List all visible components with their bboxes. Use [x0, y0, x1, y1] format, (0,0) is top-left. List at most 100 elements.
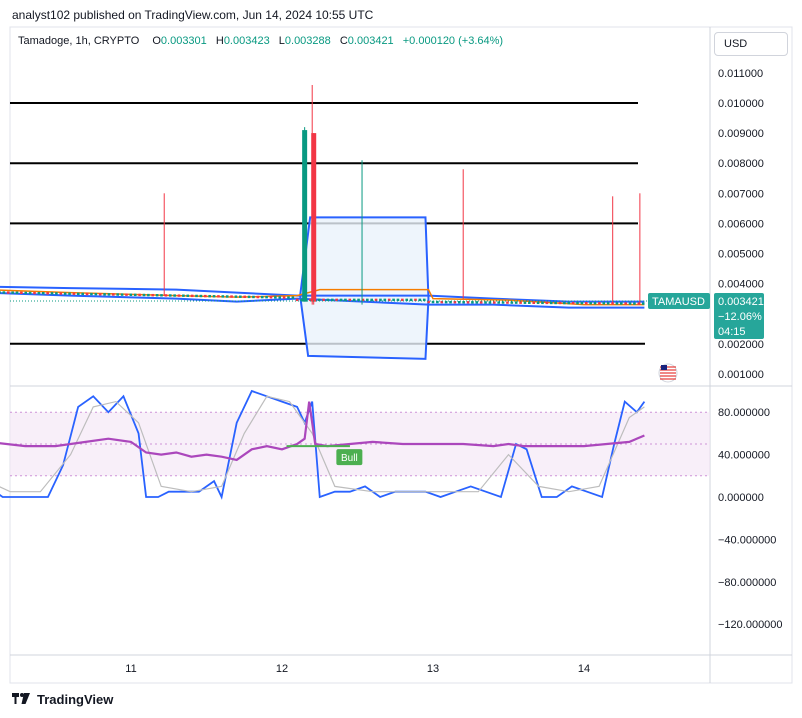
candle [488, 301, 492, 304]
candle [493, 301, 496, 304]
candle [138, 293, 141, 297]
candle [291, 296, 295, 299]
candle [147, 293, 150, 297]
price-tick-label: 0.004000 [718, 279, 764, 291]
oscillator-tick-label: 40.000000 [718, 450, 770, 462]
candle [63, 292, 67, 295]
us-flag-canton [661, 365, 667, 370]
candle [571, 301, 575, 305]
footer-brand-label: TradingView [37, 692, 114, 707]
candle [68, 292, 71, 295]
candle [230, 295, 233, 298]
candle [6, 291, 10, 294]
time-tick-label: 11 [125, 663, 136, 675]
price-tick-label: 0.010000 [718, 98, 764, 110]
candle [225, 295, 229, 298]
candle [77, 292, 80, 296]
chart-canvas[interactable]: 0.011000 0.010000 0.009000 0.008000 0.007000… [0, 0, 802, 718]
candle [598, 302, 601, 305]
price-tick-label: 0.009000 [718, 128, 764, 140]
candle [584, 302, 588, 305]
candle [208, 294, 211, 298]
candle [243, 295, 247, 299]
candle [155, 294, 159, 297]
candle [269, 296, 273, 299]
candle [528, 301, 531, 304]
candle [151, 293, 155, 297]
price-tick-label: 0.005000 [718, 249, 764, 261]
candle [217, 295, 220, 298]
candle [593, 302, 597, 305]
big-candle-body [302, 130, 308, 302]
candle [15, 291, 19, 294]
candle [519, 301, 522, 304]
candle [182, 294, 185, 297]
candle [510, 301, 514, 304]
currency-button[interactable]: USD [714, 32, 788, 56]
candle [37, 291, 41, 295]
candle [212, 295, 216, 298]
candle [545, 301, 549, 305]
candle [72, 292, 76, 295]
candle [549, 301, 553, 305]
time-tick-label: 12 [276, 663, 288, 675]
candle [221, 295, 225, 298]
candle [567, 301, 571, 305]
oscillator-tick-label: 0.000000 [718, 492, 764, 504]
candle [514, 301, 518, 304]
candle [28, 291, 32, 295]
big-candle-body [311, 133, 317, 302]
candle [107, 293, 111, 296]
candle [24, 291, 28, 295]
candle [282, 296, 286, 299]
candle [506, 301, 509, 304]
candle [536, 301, 540, 305]
candle [497, 301, 500, 304]
candle [164, 294, 168, 297]
candle [199, 294, 203, 298]
candle [173, 294, 176, 297]
candle [0, 291, 1, 294]
candle [541, 301, 544, 305]
candle [46, 292, 49, 295]
candle [120, 293, 124, 296]
price-tick-label: 0.008000 [718, 158, 764, 170]
candle [41, 291, 45, 295]
candle [239, 295, 242, 298]
candle [554, 301, 557, 305]
candle [98, 293, 102, 296]
candle [558, 301, 562, 305]
candle [274, 296, 277, 299]
bollinger-expansion-box [299, 216, 430, 360]
oscillator-tick-label: 80.000000 [718, 407, 770, 419]
candle [260, 295, 264, 299]
price-tick-label: 0.002000 [718, 339, 764, 351]
candle [11, 291, 14, 294]
candle [602, 302, 606, 305]
price-tick-label: 0.007000 [718, 188, 764, 200]
price-badge-value: 0.003421 [718, 296, 764, 308]
tradingview-logo-icon [12, 692, 30, 704]
candle [589, 302, 592, 305]
candle [287, 296, 290, 299]
candle [628, 302, 632, 305]
candle [532, 301, 536, 305]
candle [190, 294, 194, 298]
candle [252, 295, 255, 299]
candle [33, 291, 36, 295]
time-tick-label: 13 [427, 663, 439, 675]
oscillator-tick-label: −80.000000 [718, 577, 776, 589]
footer-brand: TradingView [10, 692, 113, 707]
candle [247, 295, 251, 299]
candle [103, 293, 106, 296]
candle [116, 293, 120, 296]
ticker-badge-label: TAMAUSD [652, 296, 705, 308]
candle [615, 302, 619, 305]
candle [133, 293, 137, 297]
price-badge-change: −12.06% [718, 311, 762, 323]
candle [624, 302, 627, 305]
candle [125, 293, 128, 296]
candle [278, 296, 282, 299]
candle [641, 302, 645, 305]
candle [466, 301, 470, 304]
